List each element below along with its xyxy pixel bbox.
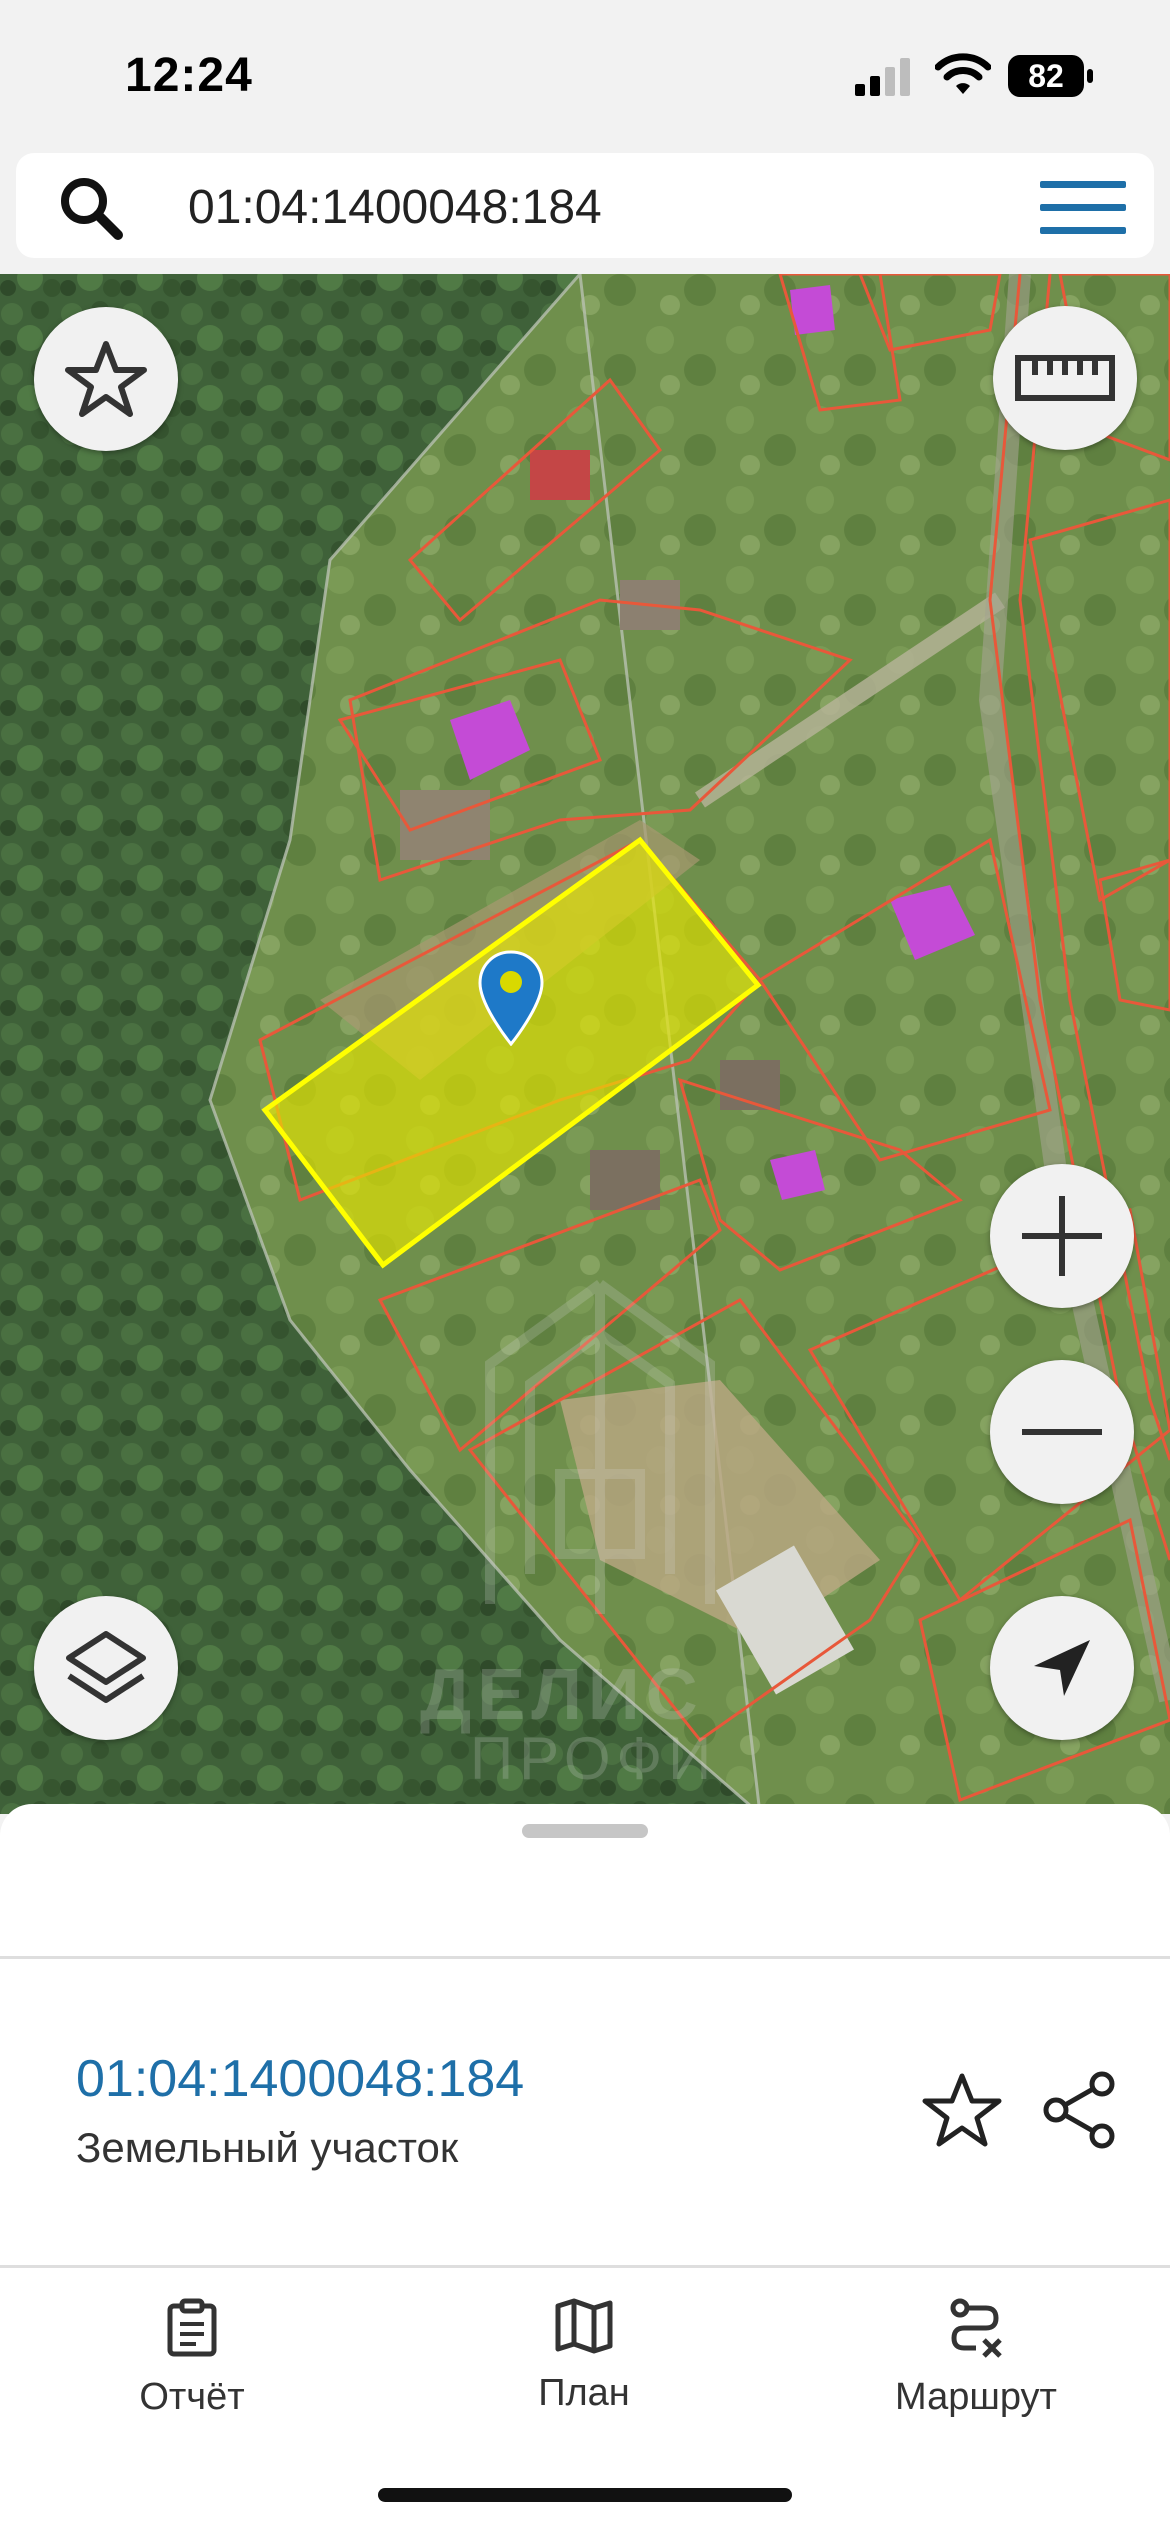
status-time: 12:24 xyxy=(125,49,253,102)
report-icon xyxy=(167,2298,217,2357)
menu-icon[interactable] xyxy=(1040,181,1126,239)
status-bar: 12:24 82 xyxy=(0,0,1170,150)
zoom-out-icon xyxy=(1022,1429,1102,1435)
map-view[interactable]: ДЕЛИС ПРОФИ xyxy=(0,274,1170,1814)
satellite-map[interactable] xyxy=(0,274,1170,1814)
layers-button[interactable] xyxy=(34,1596,178,1740)
home-indicator[interactable] xyxy=(378,2488,792,2502)
tab-label: Отчёт xyxy=(139,2376,245,2418)
tab-label: План xyxy=(538,2372,630,2414)
location-pin-icon[interactable] xyxy=(478,950,544,1046)
tab-route[interactable]: Маршрут xyxy=(846,2298,1106,2438)
search-icon[interactable] xyxy=(58,175,124,241)
my-location-button[interactable] xyxy=(990,1596,1134,1740)
zoom-out-button[interactable] xyxy=(990,1360,1134,1504)
tab-report[interactable]: Отчёт xyxy=(62,2298,322,2438)
parcel-type: Земельный участок xyxy=(76,2124,459,2171)
app-screen: 12:24 82 01:04:1400048:184 ДЕЛИС ПРОФИ 0… xyxy=(0,0,1170,2532)
zoom-in-button[interactable] xyxy=(990,1164,1134,1308)
location-arrow-icon xyxy=(1034,1640,1090,1696)
cellular-signal-icon xyxy=(855,58,910,96)
share-icon[interactable] xyxy=(1040,2070,1120,2150)
search-input[interactable] xyxy=(188,179,1008,235)
battery-level: 82 xyxy=(1028,58,1064,94)
tab-bar-divider xyxy=(0,2265,1170,2268)
star-icon xyxy=(65,341,147,417)
divider xyxy=(0,1956,1170,1959)
tab-plan[interactable]: План xyxy=(454,2298,714,2438)
layers-icon xyxy=(66,1631,146,1703)
battery-indicator: 82 xyxy=(1008,55,1094,97)
wifi-icon xyxy=(935,53,991,94)
star-icon[interactable] xyxy=(922,2072,1002,2148)
map-plan-icon xyxy=(555,2298,613,2354)
search-bar xyxy=(16,153,1154,258)
ruler-icon xyxy=(1015,355,1115,401)
tab-label: Маршрут xyxy=(895,2376,1057,2418)
ruler-button[interactable] xyxy=(993,306,1137,450)
favorite-map-button[interactable] xyxy=(34,307,178,451)
sheet-drag-handle[interactable] xyxy=(522,1824,648,1838)
zoom-in-icon xyxy=(1022,1196,1102,1276)
parcel-cadastral-number[interactable]: 01:04:1400048:184 xyxy=(76,2049,524,2109)
route-icon xyxy=(950,2298,1002,2358)
